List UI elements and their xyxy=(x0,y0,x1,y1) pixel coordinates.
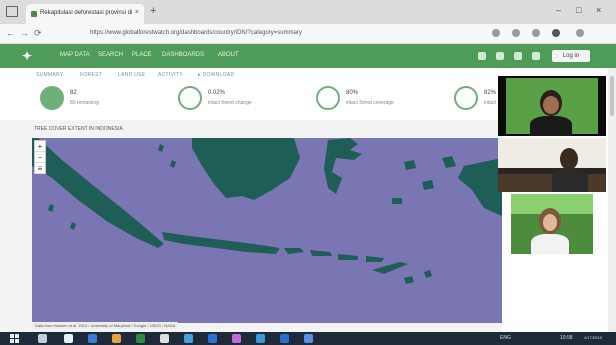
close-tab-icon[interactable]: × xyxy=(135,9,139,16)
stat-label: intact xyxy=(484,100,496,106)
map-attribution: Data from Hansen et al. 2013 / Universit… xyxy=(32,322,179,329)
menu-search[interactable]: SEARCH xyxy=(98,52,123,58)
back-icon[interactable]: ← xyxy=(6,28,15,38)
photos-icon[interactable] xyxy=(184,334,193,343)
stat-value: 82 xyxy=(70,90,77,96)
stat-circle xyxy=(454,86,478,110)
store-icon[interactable] xyxy=(160,334,169,343)
tab-activity[interactable]: ACTIVITY xyxy=(158,72,183,78)
land-maluku xyxy=(392,156,456,204)
menu-place[interactable]: PLACE xyxy=(132,52,152,58)
mail-icon[interactable] xyxy=(256,334,265,343)
search-icon[interactable] xyxy=(514,52,522,60)
participant-body xyxy=(552,168,588,192)
word-icon[interactable] xyxy=(208,334,217,343)
browser-tab[interactable]: Rekapitulasi deforestasi provinsi di × xyxy=(26,4,144,24)
reload-icon[interactable]: ⟳ xyxy=(34,28,42,39)
more-menu-icon[interactable] xyxy=(576,29,584,37)
url-field[interactable]: https://www.globalforestwatch.org/dashbo… xyxy=(90,28,470,40)
participant-body xyxy=(531,234,569,254)
stat-circle xyxy=(178,86,202,110)
menu-map-data[interactable]: MAP DATA xyxy=(60,52,90,58)
layers-button[interactable]: ≡ xyxy=(35,163,45,174)
land-java xyxy=(162,232,280,254)
start-icon[interactable] xyxy=(10,334,19,343)
maximize-icon[interactable]: □ xyxy=(576,5,581,15)
video-tile-participant-3[interactable] xyxy=(511,194,593,254)
land-timor xyxy=(372,262,408,274)
land-papua xyxy=(458,158,502,216)
taskbar: ENG 10:58 4/17/2019 xyxy=(0,332,616,345)
stat-label: intact forest coverage xyxy=(346,100,394,106)
video-background xyxy=(498,138,606,168)
tab-forest[interactable]: FOREST xyxy=(80,72,102,78)
chrome-icon[interactable] xyxy=(304,334,313,343)
participant-face xyxy=(543,96,559,114)
map-zoom-control: + − ≡ xyxy=(34,140,46,174)
stat-circle xyxy=(316,86,340,110)
menu-about[interactable]: ABOUT xyxy=(218,52,239,58)
scrollbar-thumb[interactable] xyxy=(610,76,614,116)
participant-body xyxy=(530,116,572,136)
screen: Rekapitulasi deforestasi provinsi di × +… xyxy=(0,0,616,345)
map-canvas[interactable] xyxy=(32,138,502,323)
user-icon[interactable] xyxy=(532,52,540,60)
share-icon[interactable] xyxy=(532,29,540,37)
stat-value: 80% xyxy=(346,90,359,96)
browser-tab-bar: Rekapitulasi deforestasi provinsi di × +… xyxy=(0,0,616,24)
tab-download[interactable]: ▸ DOWNLOAD xyxy=(198,72,234,78)
video-tile-participant-1[interactable] xyxy=(498,76,606,136)
excel-icon[interactable] xyxy=(136,334,145,343)
land-south-islands xyxy=(404,270,432,284)
land-sulawesi xyxy=(324,138,362,194)
favicon-icon xyxy=(31,11,37,17)
forward-icon[interactable]: → xyxy=(20,28,29,38)
land-sumatra xyxy=(32,138,164,248)
tab-title: Rekapitulasi deforestasi provinsi di xyxy=(40,10,133,16)
zoom-out-button[interactable]: − xyxy=(35,152,45,163)
new-tab-icon[interactable]: + xyxy=(150,5,156,17)
language-icon[interactable] xyxy=(478,52,486,60)
stat-value: 0.02% xyxy=(208,90,226,96)
app-header: ✦ MAP DATA SEARCH PLACE DASHBOARDS ABOUT… xyxy=(0,44,616,68)
clock-time[interactable]: 10:58 xyxy=(560,335,573,341)
tab-summary[interactable]: SUMMARY xyxy=(36,72,64,78)
participant-head xyxy=(560,148,578,170)
land-borneo xyxy=(192,138,300,200)
login-button[interactable]: Log in xyxy=(552,50,590,62)
reading-list-icon[interactable] xyxy=(512,29,520,37)
bookmark-icon[interactable] xyxy=(492,29,500,37)
file-explorer-icon[interactable] xyxy=(112,334,121,343)
task-view-icon[interactable] xyxy=(64,334,73,343)
search-taskbar-icon[interactable] xyxy=(38,334,47,343)
menu-dashboards[interactable]: DASHBOARDS xyxy=(162,52,204,58)
zoom-app-icon[interactable] xyxy=(280,334,289,343)
video-tile-participant-2[interactable] xyxy=(498,138,606,192)
stat-circle xyxy=(40,86,64,110)
window-menu-icon[interactable] xyxy=(6,6,18,17)
address-bar: ← → ⟳ https://www.globalforestwatch.org/… xyxy=(0,24,616,44)
stat-label: intact forest change xyxy=(208,100,252,106)
tray-language[interactable]: ENG xyxy=(500,335,511,341)
profile-icon[interactable] xyxy=(552,29,560,37)
gfw-logo-icon[interactable]: ✦ xyxy=(22,49,32,63)
indonesia-map xyxy=(32,138,502,284)
edge-icon[interactable] xyxy=(88,334,97,343)
minimize-icon[interactable]: – xyxy=(556,5,561,15)
onenote-icon[interactable] xyxy=(232,334,241,343)
zoom-in-button[interactable]: + xyxy=(35,141,45,152)
map-section-title: TREE COVER EXTENT IN INDONESIA xyxy=(34,126,123,132)
land-lesser-sunda xyxy=(284,248,384,262)
tab-land-use[interactable]: LAND USE xyxy=(118,72,145,78)
clock-date[interactable]: 4/17/2019 xyxy=(584,335,602,340)
participant-face xyxy=(543,214,557,231)
close-window-icon[interactable]: × xyxy=(596,5,601,15)
stat-label: 80 remaining xyxy=(70,100,99,106)
stat-value: 82% xyxy=(484,90,497,96)
apps-icon[interactable] xyxy=(496,52,504,60)
